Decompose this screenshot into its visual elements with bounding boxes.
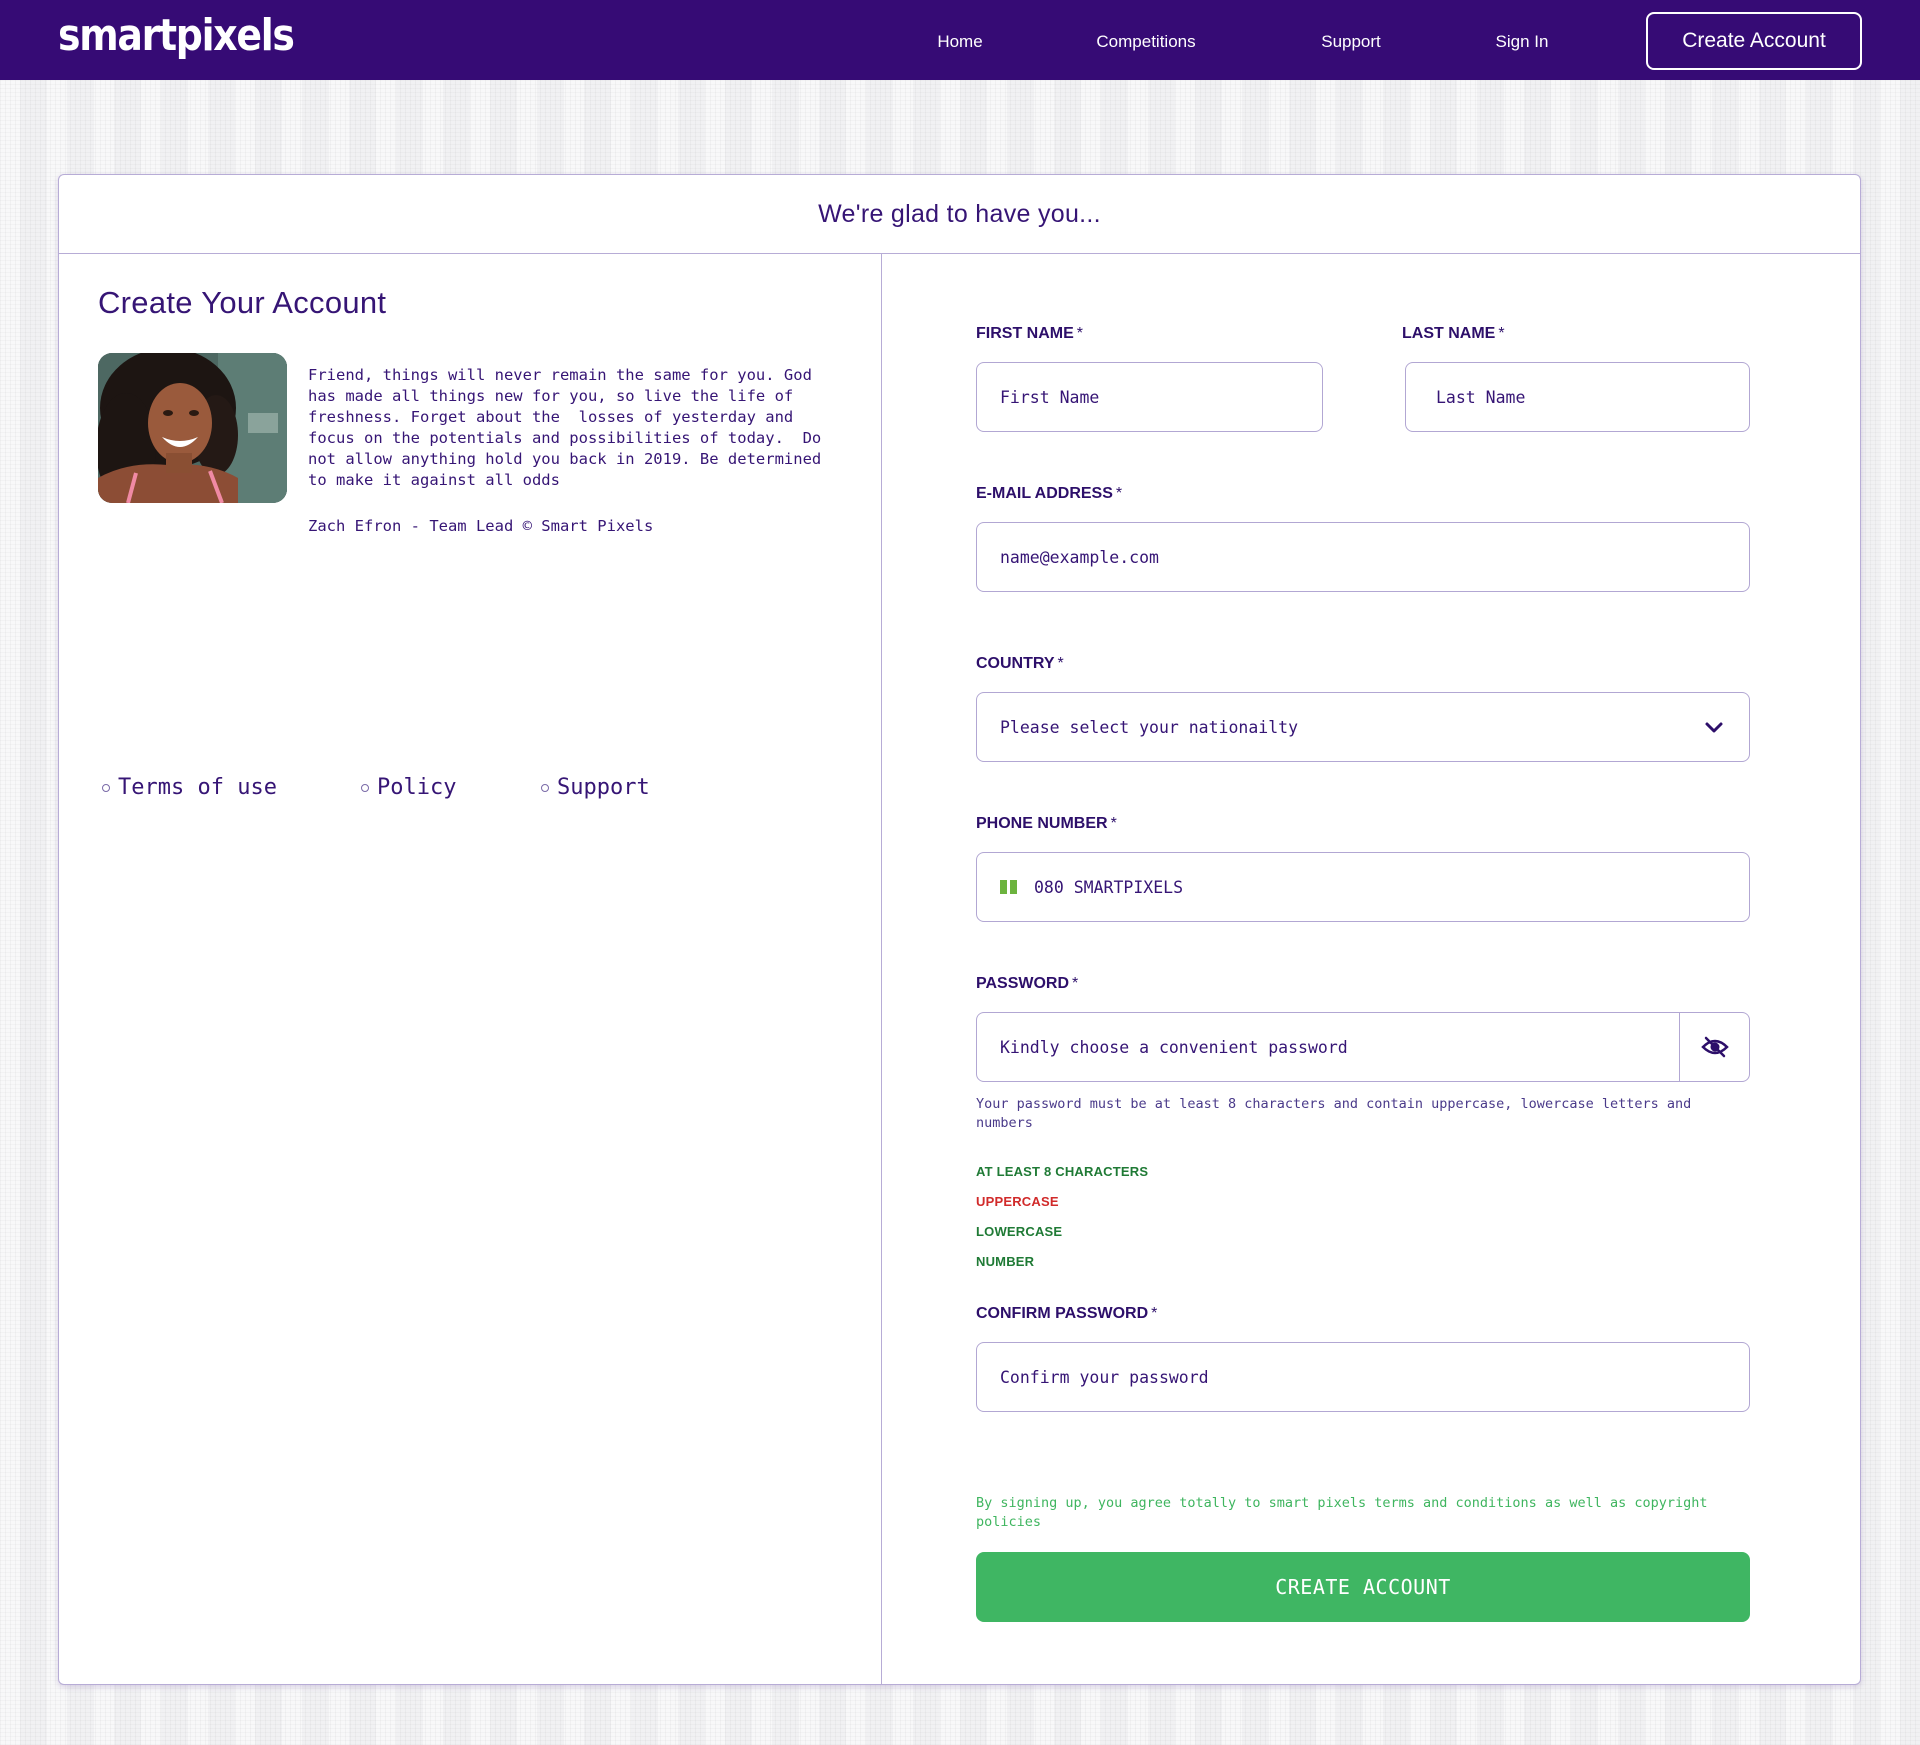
create-account-button[interactable]: CREATE ACCOUNT <box>976 1552 1750 1622</box>
policy-link[interactable]: Policy <box>361 775 456 800</box>
password-rule-length: AT LEAST 8 CHARACTERS <box>976 1164 1149 1179</box>
password-helper-text: Your password must be at least 8 charact… <box>976 1096 1692 1131</box>
phone-input[interactable]: 080 SMARTPIXELS <box>976 852 1750 922</box>
nav-link-home[interactable]: Home <box>937 32 982 52</box>
nav-link-sign-in[interactable]: Sign In <box>1496 32 1549 52</box>
brand-logo[interactable]: smartpixels <box>58 10 295 61</box>
email-placeholder: name@example.com <box>1000 547 1159 567</box>
top-navbar: smartpixels Home Competitions Support Si… <box>0 0 1920 80</box>
card-title: We're glad to have you... <box>59 175 1860 254</box>
page-heading: Create Your Account <box>98 285 387 320</box>
password-label: PASSWORD * <box>976 975 1079 992</box>
password-rule-uppercase: UPPERCASE <box>976 1194 1059 1209</box>
testimonial-author: Zach Efron - Team Lead © Smart Pixels <box>308 517 654 535</box>
terms-of-use-label: Terms of use <box>118 775 277 800</box>
testimonial-photo <box>98 353 287 503</box>
portrait-illustration <box>98 353 287 503</box>
last-name-input[interactable]: Last Name <box>1405 362 1750 432</box>
nav-link-competitions[interactable]: Competitions <box>1096 32 1195 52</box>
column-divider <box>881 254 882 1685</box>
phone-label: PHONE NUMBER * <box>976 815 1117 832</box>
last-name-label: LAST NAME * <box>1402 325 1505 342</box>
password-visibility-toggle[interactable] <box>1679 1013 1749 1081</box>
password-placeholder: Kindly choose a convenient password <box>1000 1037 1348 1057</box>
bullet-icon <box>541 783 549 792</box>
confirm-password-label: CONFIRM PASSWORD * <box>976 1305 1158 1322</box>
terms-of-use-link[interactable]: Terms of use <box>102 775 277 800</box>
phone-placeholder: 080 SMARTPIXELS <box>1034 877 1184 897</box>
first-name-placeholder: First Name <box>1000 387 1100 407</box>
create-account-nav-button[interactable]: Create Account <box>1646 12 1862 70</box>
eye-slash-icon <box>1700 1036 1729 1058</box>
first-name-label: FIRST NAME * <box>976 325 1084 342</box>
email-input[interactable]: name@example.com <box>976 522 1750 592</box>
country-label: COUNTRY * <box>976 655 1064 672</box>
chevron-down-icon <box>1705 722 1723 733</box>
password-rule-number: NUMBER <box>976 1254 1035 1269</box>
policy-label: Policy <box>377 775 457 800</box>
bullet-icon <box>361 783 369 792</box>
support-label: Support <box>557 775 650 800</box>
password-input[interactable]: Kindly choose a convenient password <box>976 1012 1750 1082</box>
confirm-password-input[interactable]: Confirm your password <box>976 1342 1750 1412</box>
last-name-placeholder: Last Name <box>1436 387 1526 407</box>
terms-notice: By signing up, you agree totally to smar… <box>976 1495 1708 1530</box>
confirm-password-placeholder: Confirm your password <box>1000 1367 1209 1387</box>
password-rule-lowercase: LOWERCASE <box>976 1224 1063 1239</box>
email-label: E-MAIL ADDRESS * <box>976 485 1123 502</box>
support-link[interactable]: Support <box>541 775 650 800</box>
nigeria-flag-icon <box>1000 880 1017 894</box>
country-select[interactable]: Please select your nationailty <box>976 692 1750 762</box>
nav-link-support[interactable]: Support <box>1321 32 1381 52</box>
country-placeholder: Please select your nationailty <box>1000 717 1299 737</box>
testimonial-quote: Friend, things will never remain the sam… <box>308 366 822 489</box>
bullet-icon <box>102 783 110 792</box>
first-name-input[interactable]: First Name <box>976 362 1323 432</box>
